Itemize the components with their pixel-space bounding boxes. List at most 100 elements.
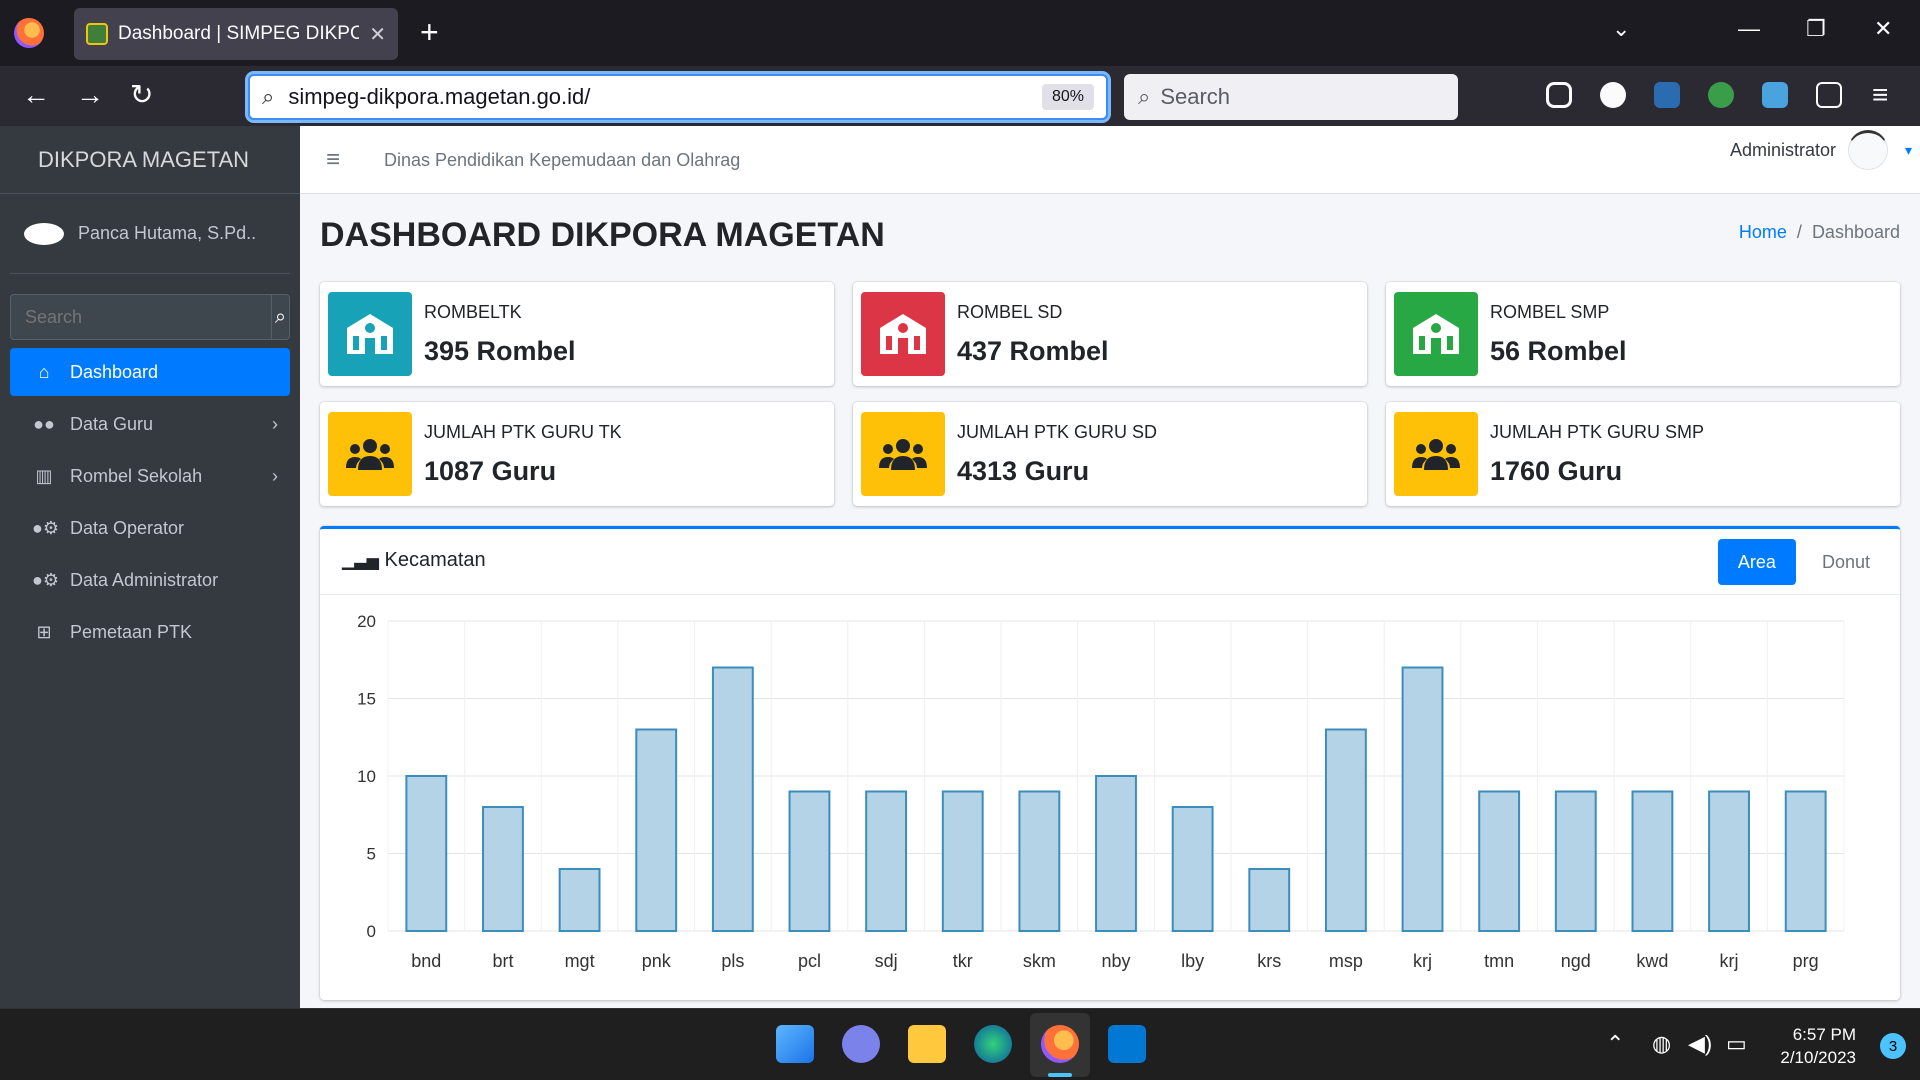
sidebar-item-label: Pemetaan PTK xyxy=(70,621,193,642)
site-favicon-icon xyxy=(86,23,108,45)
tab-area[interactable]: Area xyxy=(1717,539,1796,585)
reload-button[interactable]: ↻ xyxy=(130,78,153,112)
y-tick-label: 15 xyxy=(357,690,376,709)
x-tick-label: tmn xyxy=(1484,951,1514,971)
start-button-icon[interactable] xyxy=(776,1025,814,1063)
new-tab-button[interactable]: + xyxy=(420,14,439,51)
forward-button[interactable]: → xyxy=(76,78,104,112)
profile-extension-icon[interactable] xyxy=(1600,82,1626,108)
restore-button[interactable]: ❐ xyxy=(1806,16,1826,42)
card-title: ▁▃▅ Kecamatan xyxy=(342,549,486,572)
sidebar-item-label: Data Administrator xyxy=(70,569,219,590)
admin-avatar[interactable] xyxy=(1848,130,1888,170)
sidebar-search-button[interactable]: ⌕ xyxy=(271,294,290,340)
chevron-right-icon: › xyxy=(272,413,278,434)
info-box-label: ROMBEL SMP xyxy=(1490,302,1610,322)
x-tick-label: pls xyxy=(721,951,744,971)
school-icon xyxy=(861,292,945,376)
user-name[interactable]: Panca Hutama, S.Pd.. xyxy=(78,223,256,244)
caret-down-icon[interactable]: ▾ xyxy=(1905,142,1912,159)
pocket-icon[interactable] xyxy=(1546,82,1572,108)
sidebar-item-data-administrator[interactable]: ●⚙ Data Administrator xyxy=(10,556,290,604)
sidebar-item-rombel-sekolah[interactable]: ▥ Rombel Sekolah › xyxy=(10,452,290,500)
close-window-button[interactable]: ✕ xyxy=(1874,16,1892,42)
globe-extension-icon[interactable] xyxy=(1708,82,1734,108)
bar-pnk xyxy=(635,728,678,932)
home-icon: ⌂ xyxy=(38,361,50,382)
clock-date: 2/10/2023 xyxy=(1780,1048,1856,1067)
info-box-ptk-guru-sd: JUMLAH PTK GURU SD 4313 Guru xyxy=(853,402,1367,506)
info-box-value: 395 Rombel xyxy=(424,336,576,366)
minimize-button[interactable]: — xyxy=(1738,16,1760,42)
sidebar-item-pemetaan-ptk[interactable]: ⊞ Pemetaan PTK xyxy=(10,608,290,656)
info-box-rombel-smp: ROMBEL SMP 56 Rombel xyxy=(1386,282,1900,386)
info-box-ptk-guru-smp: JUMLAH PTK GURU SMP 1760 Guru xyxy=(1386,402,1900,506)
kecamatan-chart-card: ▁▃▅ Kecamatan Area Donut 0 5 10 15 20 bnd brt m… xyxy=(320,526,1900,1000)
url-text[interactable]: simpeg-dikpora.magetan.go.id/ xyxy=(288,84,1042,110)
y-tick-label: 0 xyxy=(367,922,376,941)
language-globe-icon[interactable]: ◍ xyxy=(1652,1031,1671,1057)
x-tick-label: nby xyxy=(1101,951,1130,971)
browser-nav-bar: ← → ↻ ⌕ simpeg-dikpora.magetan.go.id/ 80… xyxy=(0,66,1920,126)
back-button[interactable]: ← xyxy=(22,78,50,112)
info-box-label: JUMLAH PTK GURU SMP xyxy=(1490,422,1705,442)
x-tick-label: tkr xyxy=(953,951,973,971)
zoom-level-button[interactable]: 80% xyxy=(1041,84,1094,110)
browser-tab-bar: Dashboard | SIMPEG DIKPORA ✕ + ⌄ — ❐ ✕ xyxy=(0,0,1920,66)
extensions-puzzle-icon[interactable] xyxy=(1816,82,1842,108)
edge-browser-icon[interactable] xyxy=(974,1025,1012,1063)
breadcrumb: Home / Dashboard xyxy=(1738,222,1900,242)
address-bar[interactable]: ⌕ simpeg-dikpora.magetan.go.id/ 80% xyxy=(245,71,1111,123)
bar-krs xyxy=(1248,868,1291,932)
users-icon: ●● xyxy=(33,413,55,434)
battery-icon[interactable]: ▭ xyxy=(1726,1031,1747,1057)
firefox-icon[interactable] xyxy=(14,18,44,48)
user-panel[interactable]: Panca Hutama, S.Pd.. xyxy=(10,194,290,274)
app-menu-icon[interactable]: ≡ xyxy=(1872,78,1888,112)
x-tick-label: msp xyxy=(1329,951,1363,971)
x-tick-label: bnd xyxy=(411,951,441,971)
teams-chat-icon[interactable] xyxy=(842,1025,880,1063)
user-avatar xyxy=(24,222,64,245)
card-header: ▁▃▅ Kecamatan Area Donut xyxy=(320,529,1900,595)
bar-prg xyxy=(1784,790,1827,932)
bar-tkr xyxy=(941,790,984,932)
file-explorer-icon[interactable] xyxy=(908,1025,946,1063)
breadcrumb-home-link[interactable]: Home xyxy=(1739,222,1787,242)
browser-search-bar[interactable]: ⌕ Search xyxy=(1124,74,1458,120)
bar-mgt xyxy=(558,868,601,932)
notification-badge[interactable]: 3 xyxy=(1880,1033,1906,1059)
sidebar-item-dashboard[interactable]: ⌂ Dashboard xyxy=(10,348,290,396)
bar-pcl xyxy=(788,790,831,932)
bar-pls xyxy=(711,666,754,932)
bar-krj xyxy=(1401,666,1444,932)
firefox-taskbar-icon[interactable] xyxy=(1041,1025,1079,1063)
system-clock[interactable]: 6:57 PM 2/10/2023 xyxy=(1780,1023,1856,1069)
download-extension-icon[interactable] xyxy=(1762,82,1788,108)
tab-donut[interactable]: Donut xyxy=(1802,539,1890,585)
x-tick-label: pcl xyxy=(798,951,821,971)
brand-link[interactable]: DIKPORA MAGETAN xyxy=(0,126,300,194)
chart-tabs: Area Donut xyxy=(1717,539,1890,585)
list-all-tabs-icon[interactable]: ⌄ xyxy=(1612,16,1630,42)
volume-icon[interactable]: ◀) xyxy=(1688,1031,1712,1057)
admin-user-name[interactable]: Administrator xyxy=(1730,140,1836,161)
sidebar-search: ⌕ xyxy=(10,294,290,340)
info-box-value: 4313 Guru xyxy=(957,456,1090,486)
top-navbar: ≡ Dinas Pendidikan Kepemudaan dan Olahra… xyxy=(300,126,1920,194)
browser-tab[interactable]: Dashboard | SIMPEG DIKPORA ✕ xyxy=(74,8,398,60)
x-tick-label: krj xyxy=(1720,951,1739,971)
x-tick-label: prg xyxy=(1793,951,1819,971)
users-cog-icon: ●⚙ xyxy=(32,569,60,590)
sidebar-item-data-guru[interactable]: ●● Data Guru › xyxy=(10,400,290,448)
sidebar-item-data-operator[interactable]: ●⚙ Data Operator xyxy=(10,504,290,552)
close-tab-icon[interactable]: ✕ xyxy=(369,22,386,47)
info-box-rombel-tk: ROMBELTK 395 Rombel xyxy=(320,282,834,386)
info-box-label: JUMLAH PTK GURU SD xyxy=(957,422,1158,442)
sidebar-search-input[interactable] xyxy=(10,294,271,340)
vscode-icon[interactable] xyxy=(1108,1025,1146,1063)
chevron-up-icon[interactable]: ⌃ xyxy=(1606,1031,1624,1057)
extension-icon[interactable] xyxy=(1654,82,1680,108)
hamburger-menu-icon[interactable]: ≡ xyxy=(326,146,340,174)
sidebar-item-label: Data Operator xyxy=(70,517,185,538)
